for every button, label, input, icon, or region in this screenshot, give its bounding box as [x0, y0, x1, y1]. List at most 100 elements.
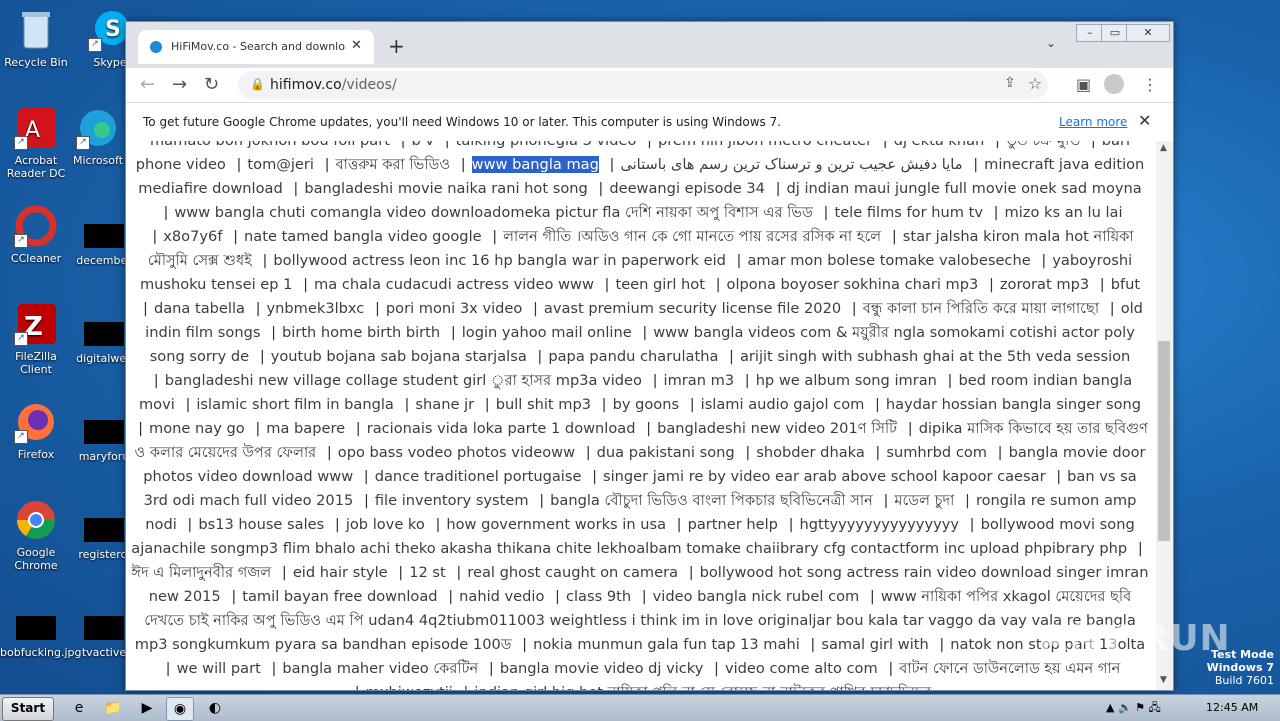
- share-icon[interactable]: ⇪: [1004, 75, 1016, 91]
- tag-link[interactable]: papa pandu charulatha: [548, 348, 718, 365]
- tag-link[interactable]: বাটন ফোনে ডাউনলোড হয় এমন গান: [899, 660, 1120, 677]
- vertical-scrollbar[interactable]: ▲ ▼: [1156, 141, 1173, 690]
- tag-link[interactable]: dj indian maui jungle full movie onek sa…: [786, 180, 1141, 197]
- tag-link[interactable]: bangla বৌচুদা ভিডিও বাংলা পিকচার ছবিভিনে…: [550, 492, 873, 509]
- tag-link[interactable]: video bangla nick rubel com: [653, 588, 860, 605]
- tag-link[interactable]: bangladeshi movie naika rani hot song: [304, 180, 587, 197]
- edge-taskbar-icon[interactable]: ◐: [202, 697, 228, 719]
- tag-link[interactable]: b v: [412, 141, 435, 149]
- desktop-icon-chrome[interactable]: Google Chrome: [0, 498, 72, 572]
- tag-link[interactable]: prem hin jibon metro cheater: [658, 141, 872, 149]
- start-button[interactable]: Start: [2, 697, 54, 721]
- tag-link[interactable]: মডেল চুদা: [894, 492, 954, 509]
- tag-link[interactable]: samal girl with: [821, 636, 928, 653]
- tag-link[interactable]: mxhjwezvtii: [366, 684, 453, 690]
- tag-link[interactable]: bangla maher video কেরটিন: [282, 660, 478, 677]
- tag-link[interactable]: ভুত চক্র মুভি: [1006, 141, 1080, 149]
- tag-link[interactable]: www bangla mag: [471, 156, 599, 173]
- tag-link[interactable]: we will part: [177, 660, 261, 677]
- chrome-taskbar-icon[interactable]: ◉: [166, 697, 194, 721]
- media-player-taskbar-icon[interactable]: ▶: [134, 697, 160, 719]
- back-button[interactable]: ←: [140, 74, 155, 95]
- tag-link[interactable]: mamato bon jokhon bou foll part: [150, 141, 390, 149]
- tag-link[interactable]: bfut: [1111, 276, 1140, 293]
- tag-link[interactable]: ma bapere: [266, 420, 345, 437]
- tag-link[interactable]: dana tabella: [154, 300, 245, 317]
- desktop-icon-recycle-bin[interactable]: Recycle Bin: [0, 8, 72, 69]
- profile-avatar[interactable]: [1104, 74, 1124, 94]
- desktop-icon-filezilla[interactable]: Z ↗ FileZilla Client: [0, 302, 72, 376]
- new-tab-button[interactable]: +: [388, 34, 405, 58]
- scroll-up-icon[interactable]: ▲: [1160, 143, 1167, 153]
- tag-link[interactable]: hp we album song imran: [756, 372, 937, 389]
- tab-hifimov[interactable]: HiFiMov.co - Search and download a ✕: [138, 30, 374, 64]
- tab-close-icon[interactable]: ✕: [351, 38, 362, 53]
- tag-link[interactable]: haydar hossian bangla singer song: [886, 396, 1141, 413]
- tag-link[interactable]: real ghost caught on camera: [467, 564, 678, 581]
- tag-link[interactable]: nokia munmun gala fun tap 13 mahi: [533, 636, 800, 653]
- scroll-down-icon[interactable]: ▼: [1160, 675, 1167, 685]
- tag-link[interactable]: x8o7y6f: [163, 228, 222, 245]
- tag-link[interactable]: shane jr: [415, 396, 474, 413]
- tag-link[interactable]: مایا دفیش عجیب ترین و ترسناک ترین رسم ها…: [620, 156, 962, 173]
- tag-link[interactable]: singer jami re by video ear arab above s…: [603, 468, 1046, 485]
- tag-link[interactable]: tamil bayan free download: [242, 588, 437, 605]
- tag-link[interactable]: bangladeshi new video 201ণ সিটি: [657, 420, 897, 437]
- tag-link[interactable]: how government works in usa: [446, 516, 666, 533]
- address-bar[interactable]: 🔒 hifimov.co/videos/ ⇪ ☆: [238, 71, 1048, 99]
- tag-link[interactable]: bangla movie video dj vicky: [500, 660, 704, 677]
- desktop-icon-edge[interactable]: ↗ Microsoft: [62, 106, 134, 167]
- bookmark-star-icon[interactable]: ☆: [1028, 74, 1042, 93]
- tag-link[interactable]: tele films for hum tv: [834, 204, 983, 221]
- menu-kebab-icon[interactable]: ⋮: [1142, 75, 1158, 94]
- tag-link[interactable]: dance traditionel portugaise: [375, 468, 582, 485]
- tag-link[interactable]: dua pakistani song: [597, 444, 735, 461]
- clock[interactable]: 12:45 AM: [1206, 701, 1258, 714]
- tag-link[interactable]: imran m3: [664, 372, 735, 389]
- infobar-close-icon[interactable]: ✕: [1138, 111, 1151, 130]
- tag-link[interactable]: shobder dhaka: [756, 444, 865, 461]
- tag-link[interactable]: bangladeshi new village collage student …: [165, 372, 642, 389]
- tag-link[interactable]: zororat mp3: [1000, 276, 1089, 293]
- tag-link[interactable]: olpona boyoser sokhina chari mp3: [727, 276, 979, 293]
- tag-link[interactable]: arijit singh with subhash ghai at the 5t…: [740, 348, 1130, 365]
- tag-link[interactable]: partner help: [688, 516, 778, 533]
- tab-search-chevron-icon[interactable]: ⌄: [1046, 36, 1056, 50]
- tag-link[interactable]: bs13 house sales: [198, 516, 324, 533]
- side-panel-icon[interactable]: ▣: [1076, 75, 1091, 94]
- tag-link[interactable]: video come alto com: [725, 660, 878, 677]
- tag-link[interactable]: www bangla chuti comangla video download…: [174, 204, 813, 221]
- tag-link[interactable]: youtub bojana sab bojana starjalsa: [271, 348, 527, 365]
- tag-link[interactable]: 12 st: [409, 564, 446, 581]
- tag-link[interactable]: islami audio gajol com: [701, 396, 865, 413]
- tag-link[interactable]: indian girl big hot নায়িকা পলি না সে বো…: [474, 684, 931, 690]
- close-window-button[interactable]: ✕: [1126, 24, 1170, 42]
- tag-link[interactable]: mizo ks an lu lai: [1005, 204, 1123, 221]
- tag-link[interactable]: বন্ধু কালা চান পিরিতি করে মায়া লাগাছো: [863, 300, 1099, 317]
- tag-link[interactable]: pori moni 3x video: [386, 300, 522, 317]
- system-tray[interactable]: ▲ 🔈 ⚑ 🖧: [1106, 699, 1161, 718]
- tag-link[interactable]: ynbmek3lbxc: [267, 300, 365, 317]
- explorer-taskbar-icon[interactable]: 📁: [100, 697, 126, 719]
- tag-link[interactable]: teen girl hot: [615, 276, 704, 293]
- tag-link[interactable]: birth home birth birth: [282, 324, 440, 341]
- tag-link[interactable]: opo bass vodeo photos videoww: [338, 444, 575, 461]
- tag-link[interactable]: bull shit mp3: [496, 396, 591, 413]
- tag-link[interactable]: hgttyyyyyyyyyyyyyyy: [799, 516, 959, 533]
- tag-link[interactable]: by goons: [613, 396, 680, 413]
- tag-link[interactable]: deewangi episode 34: [609, 180, 765, 197]
- minimize-button[interactable]: –: [1076, 24, 1104, 42]
- tag-link[interactable]: login yahoo mail online: [462, 324, 632, 341]
- desktop-icon-bobfucking[interactable]: bobfucking.jpg: [0, 606, 82, 659]
- tag-link[interactable]: ঈদ এ মিলাদুনবীর গজল: [131, 564, 271, 581]
- tag-link[interactable]: job love ko: [346, 516, 425, 533]
- desktop-icon-firefox[interactable]: ↗ Firefox: [0, 400, 72, 461]
- tag-link[interactable]: talking phonegla 3 video: [456, 141, 637, 149]
- scrollbar-thumb[interactable]: [1158, 341, 1170, 541]
- tag-link[interactable]: eid hair style: [293, 564, 388, 581]
- tag-link[interactable]: tom@jeri: [247, 156, 314, 173]
- ie-taskbar-icon[interactable]: e: [66, 697, 92, 719]
- tag-link[interactable]: dj ekta khan: [894, 141, 985, 149]
- tag-link[interactable]: nahid vedio: [459, 588, 544, 605]
- tag-link[interactable]: islamic short film in bangla: [196, 396, 394, 413]
